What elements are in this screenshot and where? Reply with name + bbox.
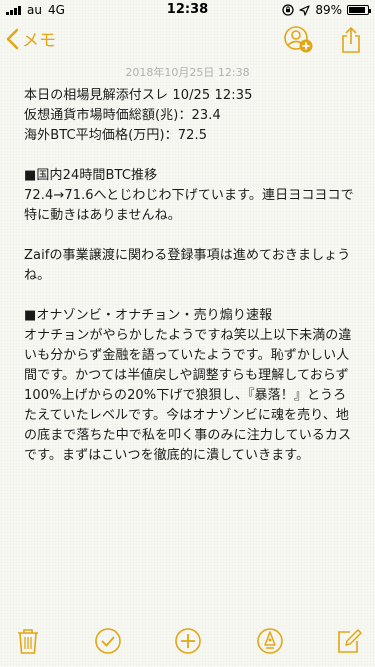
- plus-circle-icon: [175, 628, 201, 654]
- note-line: 72.4→71.6へとじわじわ下げています。連日ヨコヨコで特に動きはありませんね…: [24, 188, 354, 223]
- nav-actions: [283, 26, 361, 54]
- share-button[interactable]: [341, 26, 361, 54]
- checklist-button[interactable]: [94, 627, 122, 659]
- orientation-lock-icon: [282, 4, 294, 16]
- checkmark-circle-icon: [95, 628, 121, 654]
- battery-icon: [347, 5, 371, 15]
- back-label: メモ: [22, 31, 56, 51]
- battery-percent: 89%: [315, 3, 342, 17]
- note-body[interactable]: 本日の相場見解添付スレ 10/25 12:35 仮想通貨市場時価総額(兆)：23…: [24, 86, 359, 466]
- compose-button[interactable]: [336, 627, 362, 659]
- location-icon: [299, 4, 310, 16]
- note-blank-line: [24, 146, 359, 166]
- sketch-button[interactable]: [256, 627, 284, 659]
- navigation-bar: メモ: [0, 20, 375, 64]
- add-person-button[interactable]: [283, 26, 313, 54]
- note-line: ■国内24時間BTC推移: [24, 168, 158, 183]
- trash-icon: [18, 629, 38, 654]
- status-bar: au 4G 12:38 89%: [0, 0, 375, 20]
- add-button[interactable]: [174, 627, 202, 659]
- note-line: 本日の相場見解添付スレ 10/25 12:35: [24, 88, 253, 103]
- note-line: 海外BTC平均価格(万円)：72.5: [24, 128, 208, 143]
- back-button[interactable]: メモ: [6, 26, 56, 51]
- status-right: 89%: [282, 3, 371, 17]
- battery-fill: [349, 7, 365, 13]
- compose-icon: [338, 629, 362, 653]
- add-person-icon: [284, 26, 313, 53]
- note-blank-line: [24, 226, 359, 246]
- note-line: 仮想通貨市場時価総額(兆)：23.4: [24, 108, 221, 123]
- bottom-toolbar: [0, 627, 375, 657]
- pen-tip-icon: [257, 628, 283, 654]
- note-line: オナチョンがやらかしたようですね笑以上以下未満の違いも分からず金融を語っていたよ…: [24, 328, 352, 463]
- note-line: ■オナゾンビ・オナチョン・売り煽り速報: [24, 308, 273, 323]
- note-blank-line: [24, 286, 359, 306]
- delete-button[interactable]: [16, 627, 40, 659]
- note-date: 2018年10月25日 12:38: [125, 66, 250, 79]
- note-line: Zaifの事業譲渡に関わる登録事項は進めておきましょうね。: [24, 248, 351, 283]
- share-icon: [342, 26, 360, 53]
- chevron-left-icon: [6, 28, 19, 49]
